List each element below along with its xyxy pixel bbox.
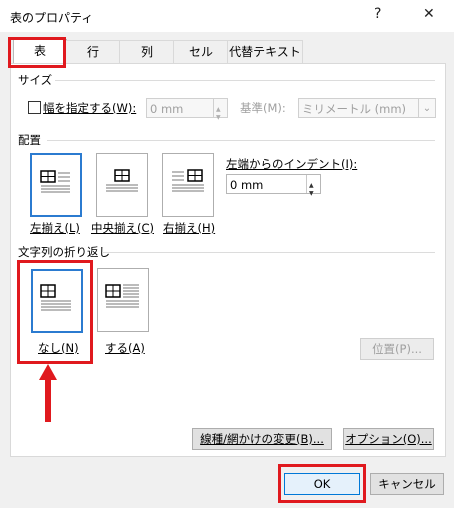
options-button-label: オプション(O)... [345,432,432,446]
align-left-icon [40,170,70,193]
highlight-frame-wrap-none [17,260,93,364]
tab-cell-label: セル [188,45,213,59]
width-spinner[interactable]: ▲ ▼ [213,99,227,121]
align-center-label: 中央揃え(C) [91,221,155,235]
tab-cell[interactable]: セル [173,40,229,64]
tab-column-label: 列 [140,45,153,59]
indent-input-value: 0 mm [230,178,264,192]
basis-select[interactable]: ミリメートル (mm) ⌄ [298,98,436,118]
tab-row[interactable]: 行 [65,40,121,64]
position-button-label: 位置(P)... [372,342,422,356]
wrapping-divider [102,252,435,253]
indent-label: 左端からのインデント(I): [226,157,358,171]
alignment-divider [47,140,435,141]
wrap-around-icon [105,284,139,308]
highlight-frame-ok [278,464,366,503]
borders-shading-button[interactable]: 線種/網かけの変更(B)... [192,428,332,450]
cancel-button[interactable]: キャンセル [370,473,444,495]
align-center-option[interactable] [96,153,148,217]
indent-spinner[interactable]: ▲ ▼ [306,175,320,197]
size-heading: サイズ [18,73,53,87]
indent-input[interactable]: 0 mm ▲ ▼ [226,174,321,197]
align-center-icon [106,169,138,192]
wrap-around-option[interactable] [97,268,149,332]
width-input-value: 0 mm [150,102,184,116]
width-input[interactable]: 0 mm ▲ ▼ [146,98,228,121]
spin-down-icon: ▼ [309,190,314,197]
width-checkbox-label: 幅を指定する(W): [43,101,137,115]
title-bar: 表のプロパティ ? ✕ [0,0,454,32]
close-button[interactable]: ✕ [423,6,435,22]
wrap-around-label: する(A) [105,341,145,355]
wrapping-heading: 文字列の折り返し [18,245,110,259]
spin-down-icon: ▼ [216,114,221,121]
help-button[interactable]: ? [374,6,381,22]
tab-row-label: 行 [86,45,99,59]
red-arrow-icon [39,364,57,422]
tab-column[interactable]: 列 [119,40,175,64]
basis-select-value: ミリメートル (mm) [302,102,407,116]
align-right-icon [172,169,204,192]
table-properties-dialog: 表のプロパティ ? ✕ 表 行 列 セル 代替テキスト サイズ 幅を指定する(W… [0,0,454,508]
borders-shading-button-label: 線種/網かけの変更(B)... [200,432,324,446]
chevron-down-icon: ⌄ [418,99,435,117]
highlight-frame-table-tab [8,37,66,68]
align-left-option[interactable] [30,153,82,217]
options-button[interactable]: オプション(O)... [343,428,434,450]
tab-alt-text[interactable]: 代替テキスト [227,40,303,64]
align-left-label: 左揃え(L) [30,221,80,235]
align-right-option[interactable] [162,153,214,217]
width-checkbox[interactable] [28,101,41,114]
basis-label: 基準(M): [240,101,286,115]
alignment-heading: 配置 [18,133,41,147]
size-divider [55,80,435,81]
align-right-label: 右揃え(H) [163,221,216,235]
tab-alt-text-label: 代替テキスト [229,45,301,59]
dialog-title: 表のプロパティ [10,11,94,25]
cancel-button-label: キャンセル [378,477,436,491]
position-button[interactable]: 位置(P)... [360,338,434,360]
